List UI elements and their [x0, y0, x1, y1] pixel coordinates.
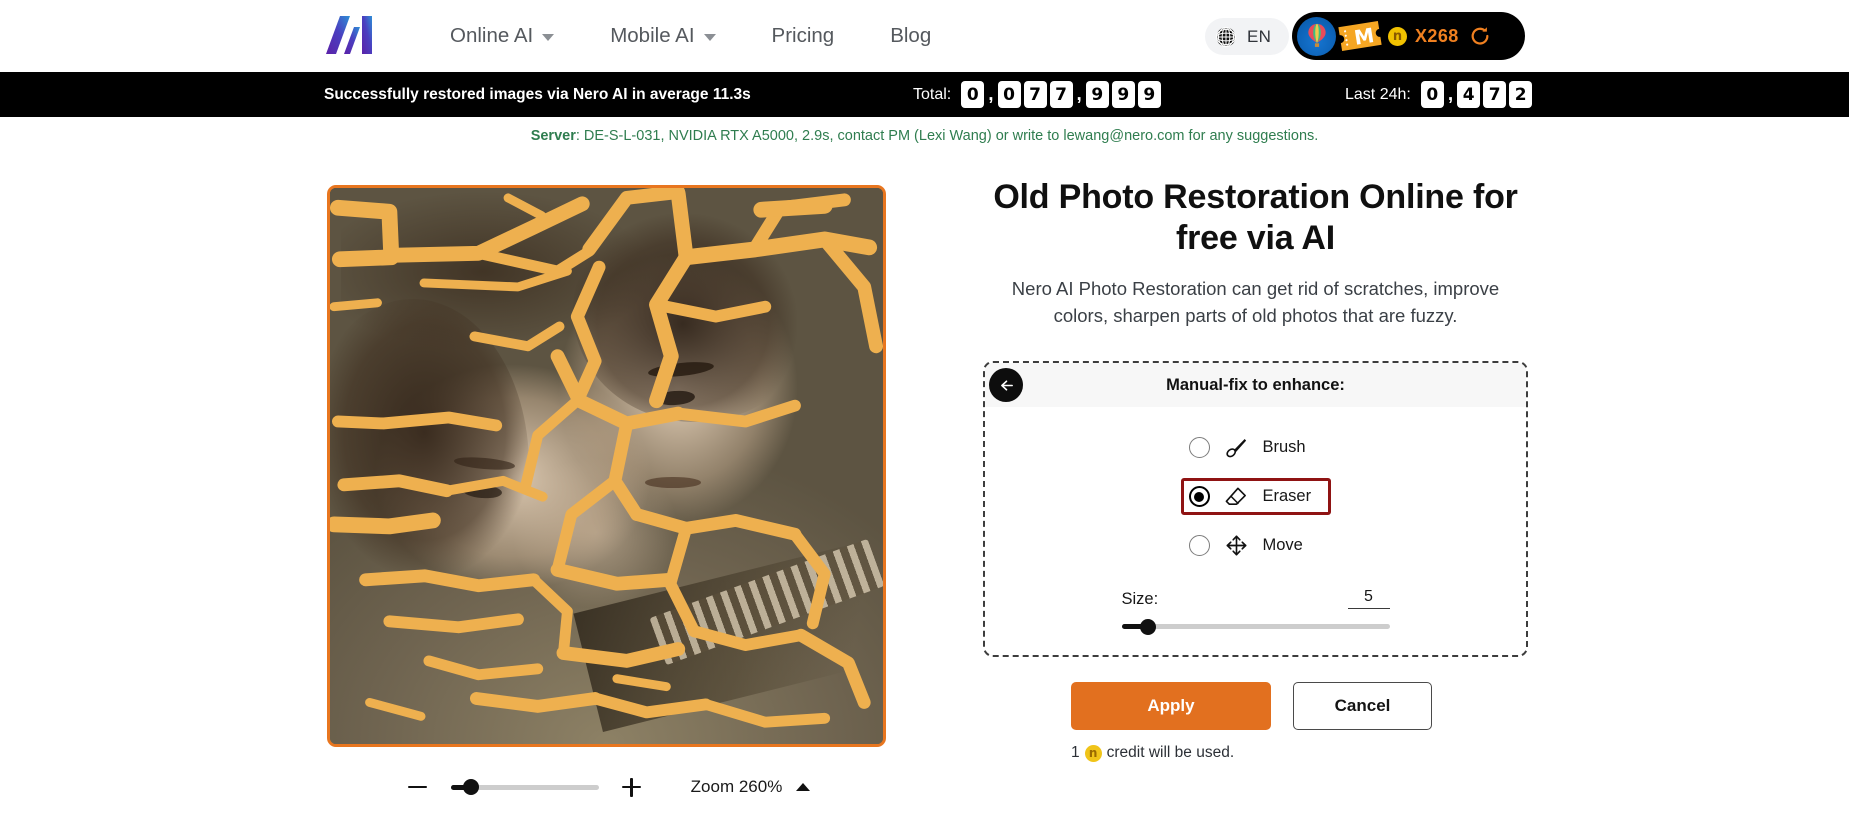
zoom-level-label: Zoom 260%: [690, 777, 783, 796]
stats-message: Successfully restored images via Nero AI…: [324, 85, 751, 103]
zoom-in-button[interactable]: [617, 772, 647, 802]
zoom-out-button[interactable]: [403, 772, 433, 802]
counter-digit: 7: [1483, 81, 1507, 108]
nav-item-pricing[interactable]: Pricing: [744, 24, 863, 48]
zoom-level-dropdown[interactable]: Zoom 260%: [691, 777, 811, 797]
last-24h-counter-digits: 0,472: [1420, 81, 1533, 108]
promo-credit-count: X268: [1415, 25, 1459, 46]
counter-digit: 0: [997, 81, 1021, 108]
nav-item-mobile-ai[interactable]: Mobile AI: [582, 24, 743, 48]
chevron-up-icon: [796, 783, 811, 791]
counter-digit: 4: [1457, 81, 1481, 108]
ticket-icon: M: [1338, 21, 1382, 51]
last-24h-counter: Last 24h: 0,472: [1345, 72, 1533, 117]
site-header: Online AI Mobile AI Pricing Blog EN M n …: [0, 0, 1849, 72]
server-info-line: Server: DE-S-L-031, NVIDIA RTX A5000, 2.…: [0, 117, 1849, 155]
tool-option-brush[interactable]: Brush: [1181, 429, 1331, 466]
globe-icon: [1215, 26, 1237, 47]
page-title: Old Photo Restoration Online for free vi…: [993, 178, 1518, 258]
tool-label-brush: Brush: [1262, 438, 1306, 457]
main-content: Zoom 260% Old Photo Restoration Online f…: [0, 155, 1849, 834]
brush-size-control: Size: 5: [1121, 588, 1390, 635]
nero-ai-logo[interactable]: [324, 16, 374, 54]
promo-credits-badge[interactable]: M n X268: [1292, 12, 1525, 60]
radio-eraser[interactable]: [1188, 486, 1210, 508]
last-24h-counter-label: Last 24h:: [1345, 85, 1411, 103]
radio-brush[interactable]: [1188, 437, 1210, 459]
total-counter: Total: 0,077,999: [913, 72, 1161, 117]
zoom-controls: Zoom 260%: [327, 767, 886, 807]
hot-air-balloon-icon: [1307, 23, 1326, 47]
radio-move[interactable]: [1188, 535, 1210, 557]
credit-amount: 1: [1071, 744, 1080, 762]
logo-icon: [326, 16, 372, 54]
counter-digit: 0: [1420, 81, 1444, 108]
total-counter-digits: 0,077,999: [961, 81, 1161, 108]
size-label: Size:: [1121, 590, 1159, 609]
manual-fix-header: Manual-fix to enhance:: [985, 363, 1526, 408]
tool-label-move: Move: [1262, 536, 1303, 555]
credit-coin-icon: n: [1084, 744, 1102, 762]
svg-text:M: M: [1352, 23, 1375, 50]
tool-option-eraser[interactable]: Eraser: [1180, 478, 1331, 516]
scratch-mask-overlay[interactable]: [330, 188, 883, 744]
credit-coin-icon: n: [1388, 26, 1407, 46]
minus-icon: [408, 785, 428, 789]
credit-note: 1 n credit will be used.: [983, 744, 1528, 762]
right-panel: Old Photo Restoration Online for free vi…: [983, 155, 1528, 762]
brush-icon: [1225, 439, 1246, 458]
server-details: : DE-S-L-031, NVIDIA RTX A5000, 2.9s, co…: [575, 128, 1319, 144]
counter-digit: 7: [1049, 81, 1073, 108]
nav-item-online-ai[interactable]: Online AI: [422, 24, 582, 48]
plus-icon: [622, 777, 642, 797]
total-counter-label: Total:: [913, 85, 952, 103]
move-icon: [1226, 535, 1246, 556]
counter-digit: 9: [1137, 81, 1161, 108]
chevron-down-icon: [542, 34, 555, 41]
apply-button[interactable]: Apply: [1071, 682, 1271, 731]
counter-digit: 9: [1085, 81, 1109, 108]
nav-item-label: Mobile AI: [610, 24, 695, 47]
nav-item-label: Online AI: [450, 24, 534, 47]
manual-fix-body: Brush Eraser Move Size: 5: [985, 407, 1526, 655]
language-label: EN: [1247, 26, 1272, 46]
zoom-slider-knob[interactable]: [462, 779, 479, 795]
stats-bar: Successfully restored images via Nero AI…: [0, 72, 1849, 117]
avatar: [1297, 16, 1336, 56]
back-button[interactable]: [989, 368, 1023, 403]
manual-fix-panel: Manual-fix to enhance: Brush Eraser Move…: [983, 361, 1528, 658]
photo-canvas[interactable]: [327, 185, 886, 747]
size-slider[interactable]: [1121, 618, 1390, 635]
action-buttons: Apply Cancel: [983, 682, 1528, 731]
counter-separator: ,: [988, 84, 994, 106]
refresh-icon[interactable]: [1469, 25, 1491, 47]
cancel-button[interactable]: Cancel: [1293, 682, 1432, 731]
size-value-input[interactable]: 5: [1347, 588, 1390, 610]
language-selector[interactable]: EN: [1205, 18, 1289, 55]
zoom-slider[interactable]: [450, 779, 599, 795]
credit-text: credit will be used.: [1106, 744, 1235, 762]
counter-digit: 7: [1023, 81, 1047, 108]
nav-item-blog[interactable]: Blog: [862, 24, 959, 48]
counter-digit: 9: [1111, 81, 1135, 108]
main-nav: Online AI Mobile AI Pricing Blog: [422, 0, 959, 72]
arrow-left-icon: [1000, 380, 1013, 391]
counter-digit: 2: [1509, 81, 1533, 108]
chevron-down-icon: [703, 34, 716, 41]
size-slider-knob[interactable]: [1139, 618, 1156, 635]
counter-separator: ,: [1447, 84, 1454, 106]
tool-option-move[interactable]: Move: [1181, 527, 1331, 564]
server-label: Server: [530, 128, 576, 144]
manual-fix-title: Manual-fix to enhance:: [1166, 375, 1345, 394]
eraser-icon: [1225, 487, 1246, 506]
counter-digit: 0: [961, 81, 985, 108]
nav-item-label: Pricing: [771, 24, 835, 47]
mask-strokes: [330, 188, 883, 728]
counter-separator: ,: [1076, 84, 1082, 106]
nav-item-label: Blog: [890, 24, 932, 47]
page-subtitle: Nero AI Photo Restoration can get rid of…: [1011, 277, 1500, 326]
tool-label-eraser: Eraser: [1262, 487, 1312, 506]
